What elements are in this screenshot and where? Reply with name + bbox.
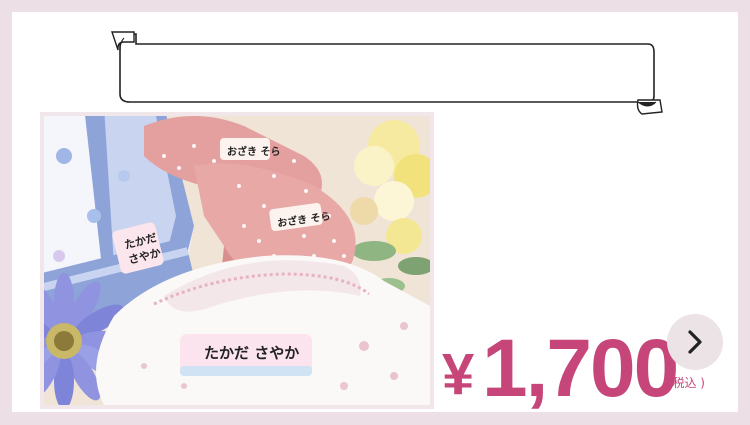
product-card: おざき そら おざき そら たかだ さやか たかだ さやか ¥ 1,700: [12, 12, 738, 412]
price-amount: 1,700: [482, 323, 679, 414]
next-button[interactable]: [667, 314, 723, 370]
chevron-right-icon: [688, 330, 702, 354]
price: ¥ 1,700: [442, 328, 682, 418]
sock-label-top: おざき そら: [227, 147, 281, 158]
ribbon-banner: [111, 31, 663, 115]
product-photo: おざき そら おざき そら たかだ さやか たかだ さやか: [40, 112, 434, 409]
shirt-label: たかだ さやか: [204, 344, 300, 362]
price-currency: ¥: [442, 342, 475, 407]
tax-note: ( 税込 ): [664, 376, 705, 390]
